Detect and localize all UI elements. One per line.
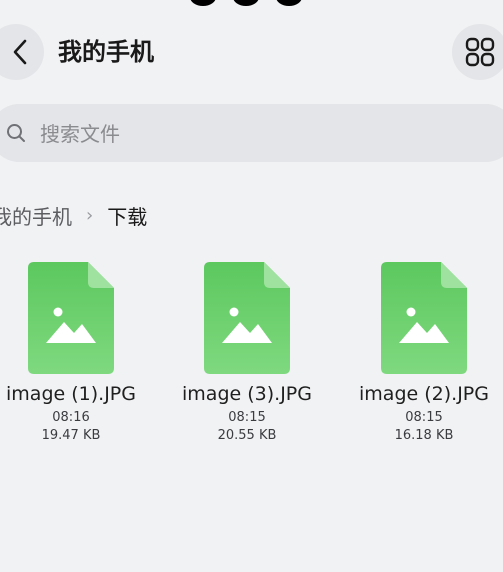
image-file-icon [204,262,290,374]
image-file-icon [381,262,467,374]
search-bar[interactable] [0,104,503,162]
file-size: 19.47 KB [41,428,101,443]
file-name: image (3).JPG [182,383,312,405]
header: 我的手机 [0,24,503,80]
grid-view-icon [465,37,495,67]
camera-cutout [190,0,310,8]
back-button[interactable] [0,24,44,80]
back-arrow-icon [13,39,27,65]
file-size: 16.18 KB [394,428,454,443]
breadcrumb: 我的手机 › 下载 [0,200,147,230]
file-item[interactable]: image (1).JPG 08:16 19.47 KB [0,262,156,445]
breadcrumb-root[interactable]: 我的手机 [0,201,72,230]
breadcrumb-separator-icon: › [86,204,94,226]
search-icon [7,124,25,142]
file-name: image (1).JPG [6,383,136,405]
file-time: 08:16 [52,410,90,425]
file-item[interactable]: image (3).JPG 08:15 20.55 KB [162,262,332,445]
grid-view-button[interactable] [452,24,503,80]
image-file-icon [28,262,114,374]
file-size: 20.55 KB [217,428,277,443]
file-manager-screen: 我的手机 我的手机 › 下载 [0,0,503,572]
breadcrumb-current: 下载 [107,204,148,229]
search-input[interactable] [38,114,462,154]
file-time: 08:15 [405,410,443,425]
file-time: 08:15 [228,410,266,425]
file-item[interactable]: image (2).JPG 08:15 16.18 KB [339,262,503,445]
page-title: 我的手机 [58,38,154,66]
file-name: image (2).JPG [359,383,489,405]
